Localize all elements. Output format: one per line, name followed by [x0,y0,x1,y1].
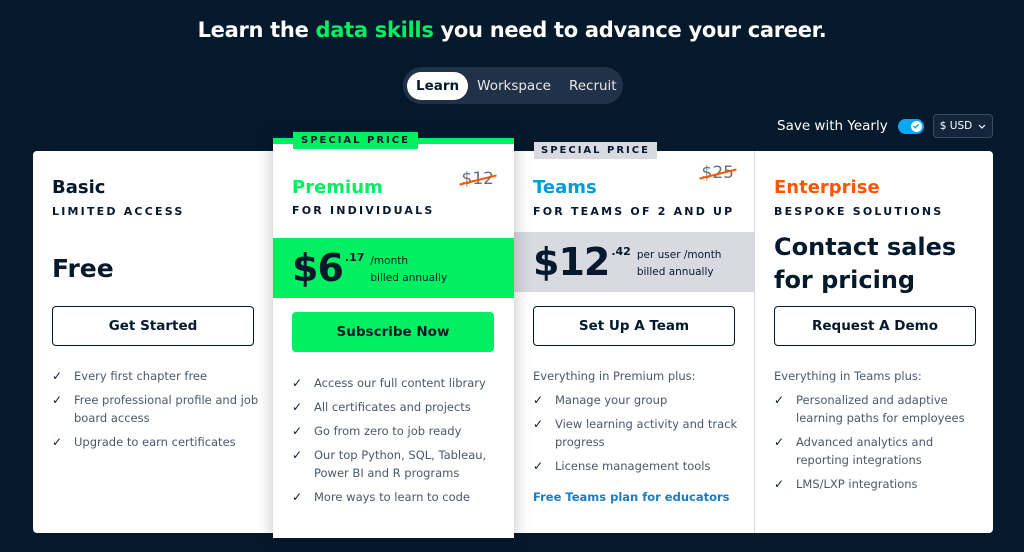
check-icon: ✓ [292,376,303,390]
list-item: ✓ Personalized and adaptive learning path… [774,393,965,425]
plan-card-basic: Basic LIMITED ACCESS Free Get Started ✓ E… [33,151,273,533]
teams-special-price-badge: SPECIAL PRICE [534,142,657,159]
feature-intro: Everything in Premium plus: [533,369,696,383]
yearly-toggle[interactable] [897,118,924,134]
check-icon: ✓ [774,393,785,407]
price-meta: /month billed annually [370,253,447,287]
feature-list: ✓ Every first chapter free ✓ Free professi… [52,367,262,457]
plan-name: Basic [52,177,106,198]
plan-name: Teams [533,177,597,198]
feature-list: Everything in Teams plus: ✓ Personalized … [774,367,984,499]
check-icon: ✓ [292,424,303,438]
list-item: ✓ All certificates and projects [292,400,471,414]
plan-name: Premium [292,177,383,198]
old-price: $12 [461,169,494,189]
headline-accent: data skills [315,18,434,42]
currency-value: $ USD [939,120,973,132]
tab-workspace[interactable]: Workspace [468,72,560,100]
feature-intro: Everything in Teams plus: [774,369,922,383]
plan-subtitle: FOR TEAMS OF 2 AND UP [533,205,735,218]
feature-list: ✓ Access our full content library ✓ All ce… [292,374,502,512]
price-meta: per user /month billed annually [637,247,722,281]
plan-name: Enterprise [774,177,880,198]
price-whole: $6 [292,246,344,290]
list-item: ✓ Access our full content library [292,376,486,390]
check-circle-icon [910,120,922,132]
old-price: $25 [701,163,734,183]
list-item: ✓ Upgrade to earn certificates [52,435,236,449]
list-item: ✓ Manage your group [533,393,668,407]
product-tabs: Learn Workspace Recruit [403,67,623,104]
check-icon: ✓ [533,459,544,473]
special-price-badge: SPECIAL PRICE [293,132,418,149]
plan-card-premium: SPECIAL PRICE $12 Premium FOR INDIVIDUAL… [273,132,514,538]
list-item: ✓ Free professional profile and job board… [52,393,259,425]
list-item: ✓ LMS/LXP integrations [774,477,918,491]
yearly-label: Save with Yearly [777,118,888,134]
headline-before: Learn the [197,18,316,42]
chevron-down-icon [978,124,986,129]
price-billing: billed annually [636,266,714,278]
tab-learn[interactable]: Learn [407,71,469,100]
plan-subtitle: BESPOKE SOLUTIONS [774,205,944,218]
price-period: /month [370,255,409,267]
currency-select[interactable]: $ USD [933,114,993,138]
list-item: ✓ Advanced analytics and reporting integr… [774,435,934,467]
tab-recruit[interactable]: Recruit [560,72,626,100]
price-band: $12 .42 per user /month billed annually [514,232,754,292]
price-billing: billed annually [370,272,448,284]
educators-plan-link[interactable]: Free Teams plan for educators [533,490,730,504]
plan-price: Free [52,254,114,283]
request-demo-button[interactable]: Request A Demo [774,306,976,346]
list-item: ✓ License management tools [533,459,711,473]
pricing-cards: Basic LIMITED ACCESS Free Get Started ✓ E… [33,132,993,538]
check-icon: ✓ [533,393,544,407]
plan-subtitle: LIMITED ACCESS [52,205,185,218]
contact-sales-text: Contact sales for pricing [774,233,957,294]
check-icon: ✓ [533,417,544,431]
price-band: $6 .17 /month billed annually [273,238,514,298]
check-icon: ✓ [52,369,63,383]
feature-list: Everything in Premium plus: ✓ Manage your… [533,367,743,481]
check-icon: ✓ [292,490,303,504]
yearly-billing-control: Save with Yearly [777,118,924,134]
headline-after: you need to advance your career. [433,18,827,42]
get-started-button[interactable]: Get Started [52,306,254,346]
plan-card-enterprise: Enterprise BESPOKE SOLUTIONS Contact sal… [754,151,993,533]
list-item: ✓ Go from zero to job ready [292,424,462,438]
price-period: per user /month [636,249,722,261]
price-cents: .42 [611,245,631,258]
price-whole: $12 [533,240,610,284]
check-icon: ✓ [52,435,63,449]
page-headline: Learn the data skills you need to advanc… [0,18,1024,42]
plan-subtitle: FOR INDIVIDUALS [292,204,435,217]
check-icon: ✓ [292,448,303,462]
list-item: ✓ Every first chapter free [52,369,208,383]
check-icon: ✓ [774,477,785,491]
price-cents: .17 [344,251,365,264]
check-icon: ✓ [292,400,303,414]
plan-card-teams: $25 Teams FOR TEAMS OF 2 AND UP $12 .42 … [514,151,754,533]
list-item: ✓ View learning activity and track progre… [533,417,738,449]
list-item: ✓ More ways to learn to code [292,490,470,504]
check-icon: ✓ [774,435,785,449]
set-up-team-button[interactable]: Set Up A Team [533,306,735,346]
list-item: ✓ Our top Python, SQL, Tableau, Power BI … [292,448,487,480]
subscribe-now-button[interactable]: Subscribe Now [292,312,494,352]
check-icon: ✓ [52,393,63,407]
